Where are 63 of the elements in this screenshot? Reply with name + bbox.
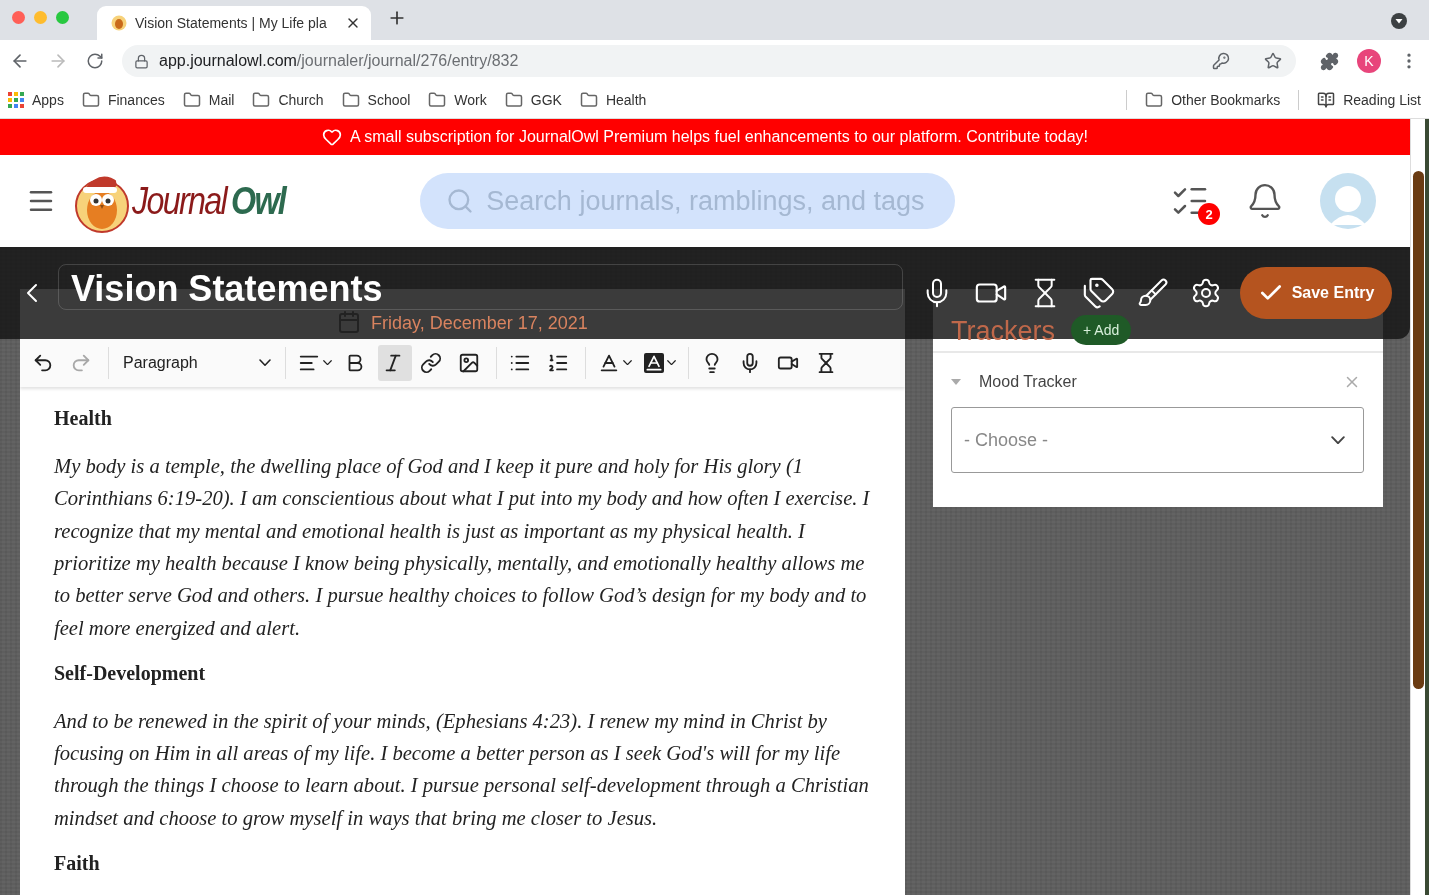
tab-search-icon[interactable]: [1391, 13, 1407, 29]
save-entry-button[interactable]: Save Entry: [1240, 267, 1392, 319]
caret-icon: [1331, 435, 1345, 445]
puzzle-icon[interactable]: [1320, 51, 1339, 71]
caret-icon: [667, 359, 676, 366]
reading-list-button[interactable]: Reading List: [1317, 91, 1421, 109]
tracker-name: Mood Tracker: [979, 373, 1078, 391]
folder-icon: [341, 91, 360, 109]
profile-avatar[interactable]: K: [1357, 49, 1381, 73]
bookmark[interactable]: Mail: [182, 91, 235, 109]
lock-icon: [134, 53, 149, 69]
subscription-banner[interactable]: A small subscription for JournalOwl Premium helps fuel enhancements to our platform. Contribute today!: [0, 119, 1410, 155]
image-icon: [458, 351, 480, 374]
search-icon: [446, 187, 475, 215]
apps-grid-icon: [8, 92, 24, 108]
calendar-icon: [337, 310, 362, 335]
paragraph-format-dropdown[interactable]: Paragraph: [117, 344, 277, 381]
caret-icon: [323, 359, 332, 366]
section-heading: Health: [54, 407, 113, 431]
reload-icon[interactable]: [86, 52, 104, 70]
browser-tab[interactable]: Vision Statements | My Life pla: [97, 6, 371, 40]
star-icon[interactable]: [1264, 52, 1282, 70]
tab-title: Vision Statements | My Life pla: [135, 15, 328, 31]
folder-icon: [252, 91, 271, 109]
logo-text: Owl: [230, 179, 285, 223]
title-field[interactable]: Vision Statements: [58, 264, 903, 310]
paragraph: My body is a temple, the dwelling place of God and I keep it pure and holy for His glory (1 Corinthians 6:19-20). I am conscientious about what I put into my body and how often I exercise. I recognize that my mental and emotional health is just as important as my physical health. I prioritize my health because I know being physically, mentally, and emotionally healthy allows me to better serve God and others. I pursue healthy choices to follow God’s design for my body and to feel more energized and alert.: [54, 454, 871, 642]
settings-icon[interactable]: [1190, 276, 1222, 310]
bookmark[interactable]: Apps: [8, 92, 64, 108]
folder-icon: [81, 91, 100, 109]
italic-button[interactable]: [378, 344, 412, 381]
banner-text: A small subscription for JournalOwl Premium helps fuel enhancements to our platform. Contribute today!: [349, 128, 1089, 146]
folder-icon: [504, 91, 523, 109]
mood-select[interactable]: - Choose -: [951, 407, 1364, 473]
url-text: app.journalowl.com/journaler/journal/276/entry/832: [159, 52, 520, 70]
tags-icon[interactable]: [1082, 276, 1116, 310]
address-bar[interactable]: app.journalowl.com/journaler/journal/276/entry/832: [122, 45, 1296, 77]
link-icon: [420, 351, 442, 374]
logo-text: Journal: [132, 179, 227, 223]
heart-icon: [321, 127, 342, 147]
trackers-title: Trackers: [951, 318, 1055, 345]
folder-icon: [182, 91, 201, 109]
key-icon[interactable]: [1212, 52, 1230, 70]
highlight-icon: [644, 352, 664, 373]
bookmark[interactable]: School: [341, 91, 411, 109]
caret-icon: [623, 359, 632, 366]
bookmark[interactable]: Health: [579, 91, 647, 109]
add-button[interactable]: + Add: [1071, 315, 1132, 345]
section-heading: Self-Development: [54, 661, 207, 685]
folder-icon: [428, 91, 447, 109]
caret-icon: [259, 359, 271, 367]
scrollbar[interactable]: [1410, 119, 1426, 895]
section-heading: Faith: [54, 852, 101, 875]
folder-icon: [579, 91, 598, 109]
bookmark[interactable]: Church: [252, 91, 324, 109]
notification-badge: 2: [1198, 203, 1220, 225]
folder-icon: [1145, 91, 1164, 109]
bookmark[interactable]: Finances: [81, 91, 165, 109]
bookmark[interactable]: Other Bookmarks: [1145, 91, 1281, 109]
entry-date[interactable]: Friday, December 17, 2021: [371, 313, 588, 335]
paragraph: And to be renewed in the spirit of your minds, (Ephesians 4:23). I renew my mind in Christ by focusing on Him in all areas of my life. I become a better person as I seek God's will for my life through the things I choose to learn about. I pursue personal self-development through a Christian mindset and choose to grow myself in ways that bring me closer to Jesus.: [54, 708, 870, 832]
bookmark[interactable]: GGK: [504, 91, 562, 109]
bookmark[interactable]: Work: [428, 91, 487, 109]
